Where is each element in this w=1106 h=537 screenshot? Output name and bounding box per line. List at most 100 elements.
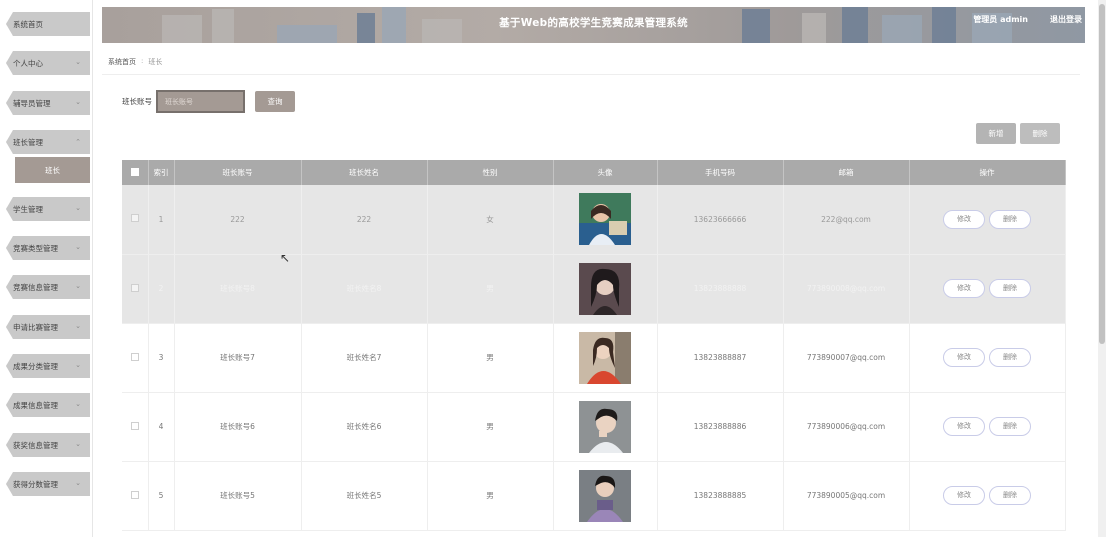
row-name: 班长姓名5 <box>301 461 428 531</box>
row-checkbox[interactable] <box>130 352 139 361</box>
search-label: 班长账号 <box>122 97 152 106</box>
delete-button[interactable]: 删除 <box>989 209 1031 229</box>
row-phone: 13823888887 <box>657 323 784 393</box>
row-checkbox[interactable] <box>130 283 139 292</box>
row-checkbox[interactable] <box>130 490 139 499</box>
row-account: 222 <box>174 185 302 255</box>
batch-delete-button[interactable]: 删除 <box>1020 123 1060 144</box>
delete-button[interactable]: 删除 <box>989 486 1031 505</box>
row-email: 773890005@qq.com <box>783 461 910 531</box>
column-header: 头像 <box>553 160 658 185</box>
row-index: 4 <box>148 392 175 462</box>
sidebar-item-home[interactable]: 系统首页 <box>6 12 90 36</box>
search-button[interactable]: 查询 <box>255 91 295 112</box>
sidebar-item-contest-type[interactable]: 竞赛类型管理 ⌄ <box>6 236 90 260</box>
sidebar-item-label: 个人中心 <box>13 58 43 68</box>
delete-button[interactable]: 删除 <box>989 279 1031 298</box>
chevron-down-icon: ⌄ <box>75 361 81 369</box>
sidebar-item-label: 成果分类管理 <box>13 361 58 371</box>
breadcrumb-separator: : <box>141 57 144 65</box>
row-name: 班长姓名6 <box>301 392 428 462</box>
table-row[interactable]: 1 222 222 女 13623666666 222@qq.com 修改 删除 <box>122 185 1066 255</box>
row-phone: 13823888888 <box>657 254 784 324</box>
sidebar-item-counselor[interactable]: 辅导员管理 ⌄ <box>6 91 90 115</box>
add-button[interactable]: 新增 <box>976 123 1016 144</box>
sidebar-item-label: 班长管理 <box>13 137 43 147</box>
table-header: 索引 班长账号 班长姓名 性别 头像 手机号码 邮箱 操作 <box>122 160 1066 185</box>
row-email: 222@qq.com <box>783 185 910 255</box>
sidebar-subitem-label: 班长 <box>45 165 60 175</box>
mouse-cursor-icon: ↖ <box>280 251 291 265</box>
logout-link[interactable]: 退出登录 <box>1050 14 1082 25</box>
sidebar-item-label: 竞赛信息管理 <box>13 282 58 292</box>
row-name: 222 <box>301 185 428 255</box>
sidebar-item-result-category[interactable]: 成果分类管理 ⌄ <box>6 354 90 378</box>
row-account: 班长账号7 <box>174 323 302 393</box>
row-gender: 男 <box>427 254 554 324</box>
chevron-down-icon: ⌄ <box>75 479 81 487</box>
edit-button[interactable]: 修改 <box>943 417 985 436</box>
select-all-cell[interactable] <box>122 160 149 185</box>
sidebar-item-label: 竞赛类型管理 <box>13 243 58 253</box>
edit-button[interactable]: 修改 <box>943 279 985 298</box>
edit-button[interactable]: 修改 <box>943 486 985 505</box>
row-email: 773890008@qq.com <box>783 254 910 324</box>
avatar <box>579 262 631 315</box>
chevron-down-icon: ⌄ <box>75 58 81 66</box>
column-header: 操作 <box>909 160 1066 185</box>
sidebar-item-award[interactable]: 获奖信息管理 ⌄ <box>6 433 90 457</box>
table-row[interactable]: 5 班长账号5 班长姓名5 男 13823888885 773890005@qq… <box>122 461 1066 531</box>
row-index: 2 <box>148 254 175 324</box>
sidebar-item-student[interactable]: 学生管理 ⌄ <box>6 197 90 221</box>
row-checkbox[interactable] <box>130 214 139 223</box>
sidebar-item-score[interactable]: 获得分数管理 ⌄ <box>6 472 90 496</box>
sidebar-item-result-info[interactable]: 成果信息管理 ⌄ <box>6 393 90 417</box>
sidebar-subitem-monitor[interactable]: 班长 <box>15 157 90 183</box>
chevron-down-icon: ⌄ <box>75 400 81 408</box>
scrollbar[interactable] <box>1098 0 1106 537</box>
row-checkbox[interactable] <box>130 421 139 430</box>
row-phone: 13623666666 <box>657 185 784 255</box>
sidebar-item-label: 学生管理 <box>13 204 43 214</box>
sidebar-item-monitor[interactable]: 班长管理 ⌃ <box>6 130 90 154</box>
avatar <box>579 331 631 384</box>
sidebar: 系统首页 个人中心 ⌄ 辅导员管理 ⌄ 班长管理 ⌃ 班长 学生管理 ⌄ 竞赛类型管理 ⌄… <box>0 0 93 537</box>
row-gender: 男 <box>427 392 554 462</box>
chevron-down-icon: ⌄ <box>75 322 81 330</box>
chevron-down-icon: ⌄ <box>75 98 81 106</box>
avatar <box>579 469 631 522</box>
search-input[interactable] <box>156 90 245 113</box>
select-all-checkbox[interactable] <box>130 167 139 176</box>
app-title: 基于Web的高校学生竞赛成果管理系统 <box>499 17 688 29</box>
row-index: 3 <box>148 323 175 393</box>
row-gender: 男 <box>427 461 554 531</box>
avatar <box>579 193 631 246</box>
sidebar-item-label: 获得分数管理 <box>13 479 58 489</box>
scrollbar-thumb[interactable] <box>1099 4 1105 344</box>
header-banner: 基于Web的高校学生竞赛成果管理系统 管理员 admin 退出登录 <box>102 7 1085 43</box>
chevron-down-icon: ⌄ <box>75 282 81 290</box>
delete-button[interactable]: 删除 <box>989 417 1031 436</box>
sidebar-item-label: 申请比赛管理 <box>13 322 58 332</box>
column-header: 邮箱 <box>783 160 910 185</box>
chevron-up-icon: ⌃ <box>75 138 81 146</box>
delete-button[interactable]: 删除 <box>989 348 1031 367</box>
column-header: 索引 <box>148 160 175 185</box>
sidebar-item-profile[interactable]: 个人中心 ⌄ <box>6 51 90 75</box>
column-header: 班长姓名 <box>301 160 428 185</box>
sidebar-item-contest-info[interactable]: 竞赛信息管理 ⌄ <box>6 275 90 299</box>
breadcrumb-current: 班长 <box>148 58 163 66</box>
sidebar-item-label: 获奖信息管理 <box>13 440 58 450</box>
column-header: 性别 <box>427 160 554 185</box>
sidebar-item-apply[interactable]: 申请比赛管理 ⌄ <box>6 315 90 339</box>
table-row[interactable]: 2 班长账号8 班长姓名8 男 13823888888 773890008@qq… <box>122 254 1066 324</box>
sidebar-item-label: 系统首页 <box>13 19 43 29</box>
divider <box>102 74 1080 75</box>
edit-button[interactable]: 修改 <box>943 348 985 367</box>
table-row[interactable]: 3 班长账号7 班长姓名7 男 13823888887 773890007@qq… <box>122 323 1066 393</box>
row-gender: 男 <box>427 323 554 393</box>
table-row[interactable]: 4 班长账号6 班长姓名6 男 13823888886 773890006@qq… <box>122 392 1066 462</box>
breadcrumb-home[interactable]: 系统首页 <box>108 57 136 67</box>
chevron-down-icon: ⌄ <box>75 440 81 448</box>
edit-button[interactable]: 修改 <box>943 209 985 229</box>
